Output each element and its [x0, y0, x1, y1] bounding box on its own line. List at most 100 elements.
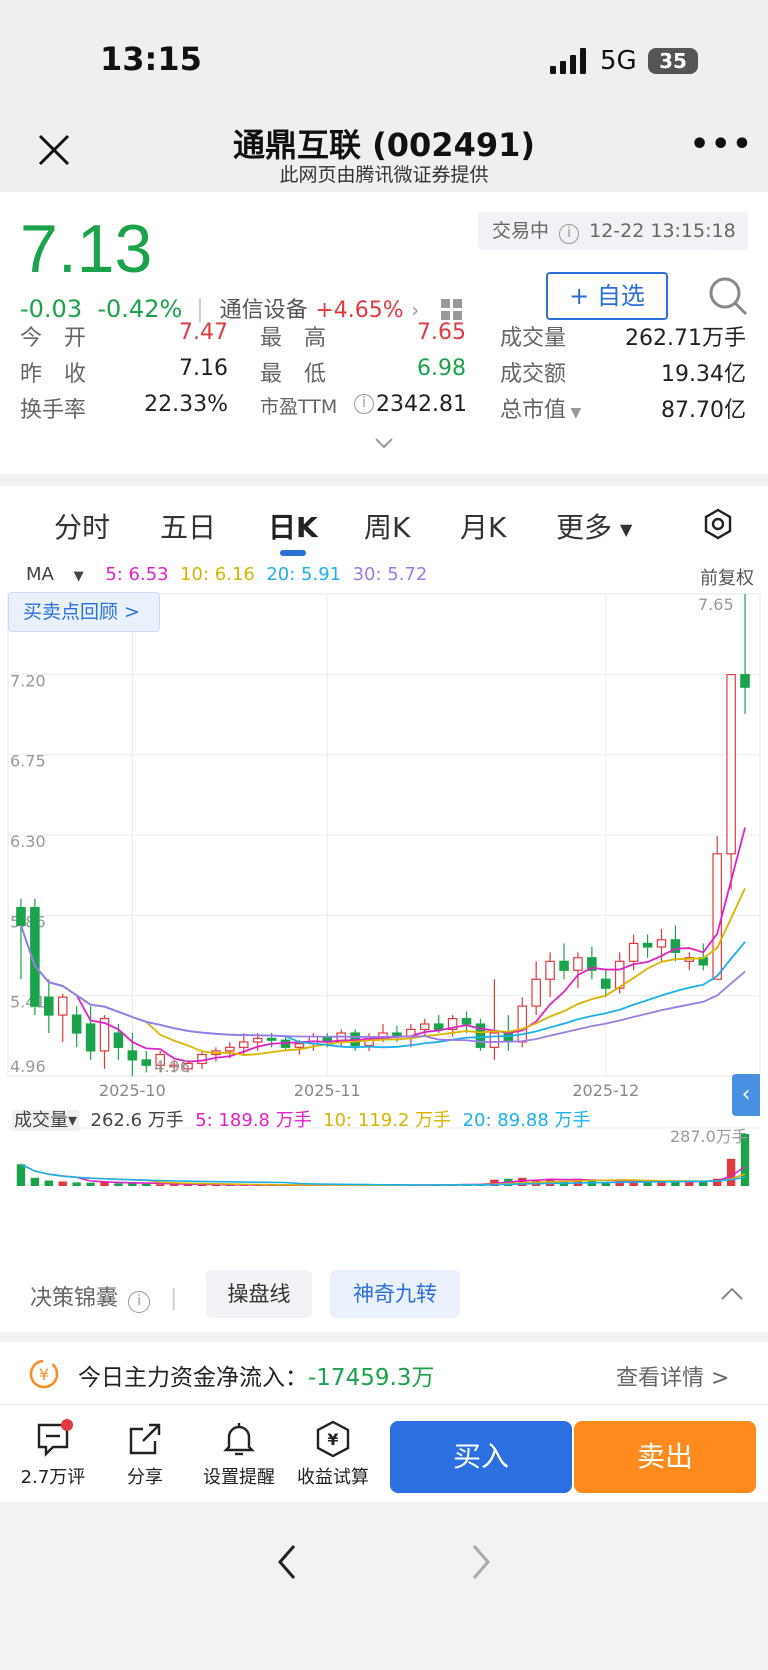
high-label: 最 高	[260, 326, 327, 351]
volume-bar	[114, 1183, 123, 1186]
ma20-value: 20: 5.91	[266, 564, 342, 585]
volume-bar	[86, 1182, 95, 1186]
svg-text:¥: ¥	[327, 1430, 338, 1449]
price-change-pct: -0.42%	[97, 295, 183, 323]
mktcap-label-text: 总市值	[500, 398, 567, 423]
status-time: 13:15	[100, 40, 202, 78]
info-icon[interactable]: i	[559, 224, 580, 244]
chevron-down-icon[interactable]	[374, 436, 394, 450]
volume-legend: 成交量▾ 262.6 万手 5: 189.8 万手 10: 119.2 万手 2…	[12, 1106, 591, 1132]
volume-bar	[615, 1180, 624, 1186]
kline-chart[interactable]: 7.20 6.75 6.30 5.86 5.41 4.96 2025-10 2025-11 20…	[0, 560, 768, 1256]
candle-body	[517, 1005, 528, 1043]
volume-ma20: 20: 89.88 万手	[462, 1110, 591, 1131]
trade-review-button[interactable]: 买卖点回顾 >	[8, 592, 160, 632]
y-tick-label: 6.30	[10, 832, 46, 851]
candle-body	[419, 1023, 430, 1031]
volume-label: 成交量	[500, 326, 567, 351]
volume-bar	[30, 1177, 40, 1186]
settings-icon[interactable]	[702, 508, 734, 540]
tab-weekly-k[interactable]: 周K	[364, 506, 410, 546]
volume-ma10: 10: 119.2 万手	[323, 1110, 452, 1131]
sell-button[interactable]: 卖出	[574, 1421, 756, 1493]
y-tick-label: 5.86	[10, 912, 46, 931]
more-options-icon[interactable]: •••	[690, 130, 752, 170]
turnover-value: 22.33%	[144, 392, 228, 417]
info-icon[interactable]: i	[354, 394, 374, 414]
volume-bar	[169, 1184, 179, 1186]
price-change: -0.03	[20, 295, 83, 323]
chevron-right-icon[interactable]	[466, 1542, 496, 1582]
ma-legend: MA ▼ 5: 6.53 10: 6.16 20: 5.91 30: 5.72	[26, 564, 427, 585]
grid-icon[interactable]	[440, 299, 463, 321]
candle-body	[113, 1032, 124, 1048]
buy-button[interactable]: 买入	[390, 1421, 572, 1493]
x-tick-label: 2025-12	[572, 1081, 639, 1100]
volume-ma5: 5: 189.8 万手	[195, 1110, 312, 1131]
capital-flow-row[interactable]: ¥ 今日主力资金净流入：-17459.3万 查看详情 >	[0, 1342, 768, 1404]
volume-bar	[142, 1183, 151, 1186]
candle-body	[489, 1032, 500, 1048]
decision-tools: 决策锦囊 i | 操盘线 神奇九转	[0, 1256, 768, 1332]
flow-detail-link[interactable]: 查看详情 >	[616, 1360, 729, 1392]
volume-bar	[16, 1164, 26, 1186]
candle-body	[85, 1023, 96, 1052]
volume-value: 262.71万手	[625, 326, 746, 351]
amount-value: 19.34亿	[661, 362, 746, 387]
info-icon[interactable]: i	[128, 1291, 151, 1313]
y-tick-label: 5.41	[10, 993, 46, 1012]
kline-chart-svg: 7.20 6.75 6.30 5.86 5.41 4.96 2025-10 2025-11 20…	[7, 593, 761, 1187]
comments-button[interactable]: 2.7万评	[8, 1419, 98, 1489]
tab-daily-k[interactable]: 日K	[268, 506, 318, 546]
candle-body	[545, 960, 555, 980]
share-button[interactable]: 分享	[100, 1419, 190, 1489]
candle-body	[44, 996, 54, 1016]
volume-total: 262.6 万手	[90, 1110, 184, 1131]
prev-close-value: 7.16	[179, 356, 228, 381]
candle-body	[461, 1018, 472, 1025]
turnover-label: 换手率	[20, 398, 87, 423]
volume-bar	[726, 1158, 736, 1186]
volume-selector[interactable]: 成交量▾	[12, 1110, 80, 1131]
add-watchlist-button[interactable]: + 自选	[546, 272, 668, 320]
quote-panel: 7.13 交易中 i 12-22 13:15:18 -0.03 -0.42% |…	[0, 192, 768, 474]
yen-shield-icon: ¥	[316, 1420, 350, 1458]
price-adjust-toggle[interactable]: 前复权	[700, 564, 754, 590]
calc-label: 收益试算	[297, 1467, 369, 1488]
candle-body	[57, 996, 68, 1016]
amount-label: 成交额	[500, 362, 567, 387]
candle-body	[712, 853, 722, 980]
ma-selector[interactable]: MA	[26, 564, 54, 585]
tools-title: 决策锦囊 i |	[30, 1286, 178, 1313]
profit-calc-button[interactable]: ¥ 收益试算	[288, 1419, 378, 1489]
open-value: 7.47	[179, 320, 228, 345]
tab-five-day[interactable]: 五日	[160, 506, 216, 546]
tab-more[interactable]: 更多 ▼	[556, 506, 632, 546]
volume-bar	[72, 1182, 81, 1186]
chevron-left-icon[interactable]: ‹	[732, 1074, 760, 1116]
caret-down-icon[interactable]: ▼	[74, 569, 84, 584]
mktcap-label[interactable]: 总市值 ▼	[500, 392, 581, 424]
candle-body	[503, 1032, 514, 1043]
y-tick-label: 7.20	[10, 671, 46, 690]
caret-down-icon: ▼	[620, 519, 633, 539]
candle-body	[294, 1043, 305, 1048]
chevron-up-icon[interactable]	[720, 1286, 744, 1302]
candle-body	[433, 1023, 444, 1031]
volume-bar	[643, 1182, 652, 1186]
chevron-left-icon[interactable]	[272, 1542, 302, 1582]
search-icon[interactable]	[706, 274, 750, 318]
tool-chip-trend-line[interactable]: 操盘线	[206, 1270, 312, 1318]
money-flow-icon: ¥	[29, 1359, 59, 1389]
tab-intraday[interactable]: 分时	[54, 506, 110, 546]
candle-body	[127, 1050, 138, 1061]
tool-chip-td-sequential[interactable]: 神奇九转	[330, 1270, 460, 1318]
set-alert-button[interactable]: 设置提醒	[194, 1419, 284, 1489]
mktcap-value: 87.70亿	[661, 398, 746, 423]
tab-monthly-k[interactable]: 月K	[460, 506, 506, 546]
pe-value: 2342.81	[376, 392, 467, 417]
chevron-right-icon[interactable]: ›	[411, 298, 419, 322]
share-label: 分享	[127, 1467, 163, 1488]
x-tick-label: 2025-11	[294, 1081, 361, 1100]
low-label: 最 低	[260, 362, 327, 387]
